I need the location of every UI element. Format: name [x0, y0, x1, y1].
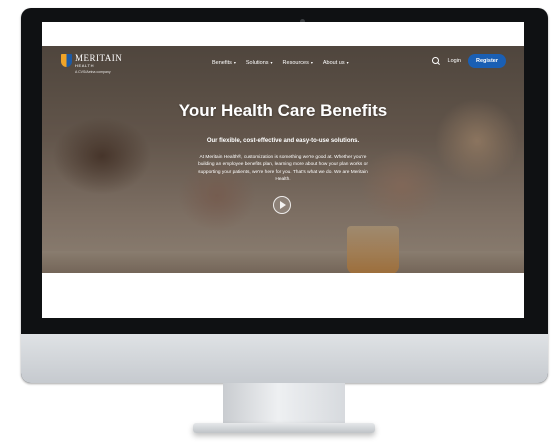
nav-item-label: Resources	[282, 60, 309, 66]
nav-item-label: Benefits	[212, 60, 232, 66]
logo-shield-icon	[61, 54, 72, 67]
monitor-stand-base	[193, 423, 375, 433]
nav-item-label: Solutions	[245, 60, 269, 66]
hero-body-text: At Meritain Health®, customization is so…	[198, 155, 368, 183]
nav-item-label: About us	[322, 60, 345, 66]
monitor-screen: MERITAIN HEALTH A CVS/Aetna company Bene…	[42, 22, 524, 318]
search-icon[interactable]	[431, 56, 441, 66]
chevron-down-icon: ▾	[346, 60, 349, 65]
monitor-chin	[21, 334, 548, 383]
main-nav: Benefits ▾ Solutions ▾ Resources ▾ About us…	[212, 60, 349, 66]
breakfast-table	[42, 251, 524, 273]
chevron-down-icon: ▾	[310, 60, 313, 65]
nav-item-resources[interactable]: Resources ▾	[283, 60, 313, 66]
nav-item-benefits[interactable]: Benefits ▾	[212, 60, 236, 66]
site-navbar: MERITAIN HEALTH A CVS/Aetna company Bene…	[42, 46, 524, 80]
nav-item-solutions[interactable]: Solutions ▾	[246, 60, 273, 66]
register-button[interactable]: Register	[467, 54, 506, 68]
logo-name: MERITAIN	[75, 53, 123, 63]
nav-item-about-us[interactable]: About us ▾	[323, 60, 349, 66]
hero-subhead: Our flexible, cost-effective and easy-to…	[206, 138, 360, 144]
site-logo[interactable]: MERITAIN HEALTH A CVS/Aetna company	[61, 54, 122, 75]
play-video-icon[interactable]	[273, 196, 291, 214]
logo-tagline: A CVS/Aetna company	[75, 70, 111, 74]
header-actions: Login Register	[431, 54, 506, 68]
chevron-down-icon: ▾	[233, 60, 236, 65]
chevron-down-icon: ▾	[270, 60, 273, 65]
juice-glass	[347, 226, 399, 273]
hero-headline: Your Health Care Benefits	[178, 101, 388, 120]
login-link[interactable]: Login	[448, 58, 461, 64]
logo-sub: HEALTH	[75, 63, 95, 68]
monitor-stand-neck	[223, 383, 345, 425]
